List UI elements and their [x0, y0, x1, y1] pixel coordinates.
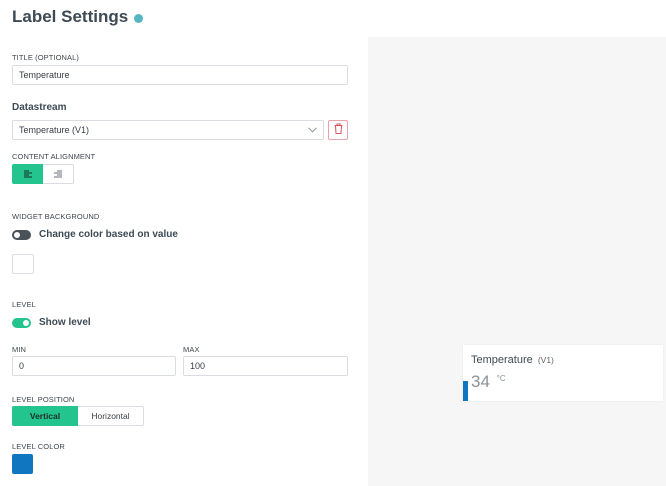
trash-icon [334, 121, 343, 139]
datastream-select[interactable]: Temperature (V1) [12, 120, 324, 140]
color-by-value-label: Change color based on value [39, 229, 178, 240]
widget-value: 34 °C [471, 372, 506, 392]
widget-value-unit: °C [496, 374, 506, 383]
widget-value-number: 34 [471, 372, 490, 391]
min-label: MIN [12, 345, 27, 354]
level-indicator-bar [463, 381, 468, 401]
align-right-icon [53, 165, 63, 183]
widget-datastream: (V1) [537, 355, 554, 365]
max-input[interactable] [183, 356, 348, 376]
widget-title-text: Temperature [471, 354, 533, 366]
title-input[interactable] [12, 65, 348, 85]
horizontal-option[interactable]: Horizontal [78, 406, 144, 426]
preview-canvas [368, 37, 666, 486]
delete-datastream-button[interactable] [328, 120, 348, 140]
content-alignment-group [12, 164, 74, 184]
align-left-icon [23, 165, 33, 183]
title-label: TITLE (OPTIONAL) [12, 53, 80, 62]
widget-title: Temperature (V1) [471, 354, 554, 366]
max-label: MAX [183, 345, 200, 354]
show-level-row: Show level [12, 317, 91, 328]
color-by-value-toggle[interactable] [12, 229, 31, 240]
level-color-swatch[interactable] [12, 454, 33, 474]
level-position-group: Vertical Horizontal [12, 406, 144, 426]
datastream-selected: Temperature (V1) [19, 125, 90, 135]
vertical-option[interactable]: Vertical [12, 406, 78, 426]
background-color-swatch[interactable] [12, 254, 34, 274]
align-right-button[interactable] [43, 164, 74, 184]
datastream-label: Datastream [12, 102, 67, 113]
min-input[interactable] [12, 356, 176, 376]
level-label: LEVEL [12, 300, 36, 309]
level-position-label: LEVEL POSITION [12, 395, 75, 404]
content-alignment-label: CONTENT ALIGNMENT [12, 152, 96, 161]
show-level-label: Show level [39, 317, 91, 328]
level-color-label: LEVEL COLOR [12, 442, 65, 451]
chevron-down-icon [307, 125, 317, 135]
color-by-value-row: Change color based on value [12, 229, 178, 240]
align-left-button[interactable] [12, 164, 43, 184]
show-level-toggle[interactable] [12, 317, 31, 328]
widget-background-label: WIDGET BACKGROUND [12, 212, 100, 221]
label-widget-preview[interactable]: Temperature (V1) 34 °C [463, 345, 663, 401]
settings-panel: TITLE (OPTIONAL) Datastream Temperature … [12, 0, 348, 486]
